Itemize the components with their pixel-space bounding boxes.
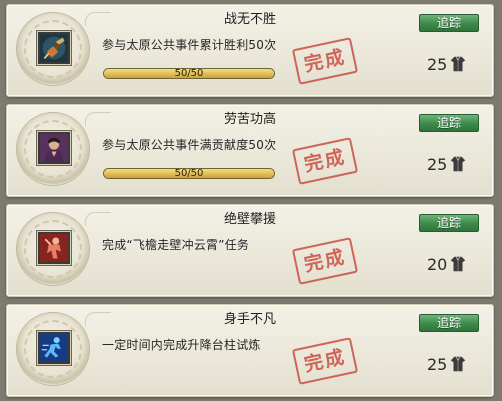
completed-stamp: 完成 [291, 137, 359, 185]
reward-points: 25 [427, 54, 467, 74]
achievement-card: 战无不胜 参与太原公共事件累计胜利50次 50/50 完成 追踪 25 [6, 4, 494, 97]
reward-value: 20 [427, 254, 448, 274]
armor-robe-icon [451, 356, 466, 372]
track-button[interactable]: 追踪 [419, 214, 479, 232]
achievement-description: 一定时间内完成升降台柱试炼 [102, 338, 261, 352]
climbing-figure-icon [38, 232, 70, 264]
progress-text: 50/50 [174, 68, 204, 79]
reward-value: 25 [427, 154, 448, 174]
reward-points: 25 [427, 154, 467, 174]
achievement-card: 绝壁攀援 完成“飞檐走壁冲云霄”任务 完成 追踪 20 [6, 204, 494, 297]
armor-robe-icon [451, 56, 466, 72]
reward-value: 25 [427, 54, 448, 74]
achievement-card: 劳苦功高 参与太原公共事件满贡献度50次 50/50 完成 追踪 25 [6, 104, 494, 197]
reward-value: 25 [427, 354, 448, 374]
completed-stamp: 完成 [291, 37, 359, 85]
track-button[interactable]: 追踪 [419, 314, 479, 332]
achievement-description: 完成“飞檐走壁冲云霄”任务 [102, 238, 250, 252]
achievement-card: 身手不凡 一定时间内完成升降台柱试炼 完成 追踪 25 [6, 304, 494, 397]
progress-bar: 50/50 [103, 168, 275, 179]
track-button[interactable]: 追踪 [419, 14, 479, 32]
progress-text: 50/50 [174, 168, 204, 179]
achievement-list: 战无不胜 参与太原公共事件累计胜利50次 50/50 完成 追踪 25 劳苦功高… [0, 0, 502, 401]
armor-robe-icon [451, 156, 466, 172]
progress-bar: 50/50 [103, 68, 275, 79]
running-figure-icon [38, 332, 70, 364]
completed-stamp: 完成 [291, 337, 359, 385]
completed-stamp: 完成 [291, 237, 359, 285]
track-button[interactable]: 追踪 [419, 114, 479, 132]
armor-robe-icon [451, 256, 466, 272]
reward-points: 25 [427, 354, 467, 374]
achievement-description: 参与太原公共事件累计胜利50次 [102, 38, 277, 52]
achievement-description: 参与太原公共事件满贡献度50次 [102, 138, 277, 152]
hero-portrait-icon [38, 132, 70, 164]
fist-weapon-icon [38, 32, 70, 64]
reward-points: 20 [427, 254, 467, 274]
